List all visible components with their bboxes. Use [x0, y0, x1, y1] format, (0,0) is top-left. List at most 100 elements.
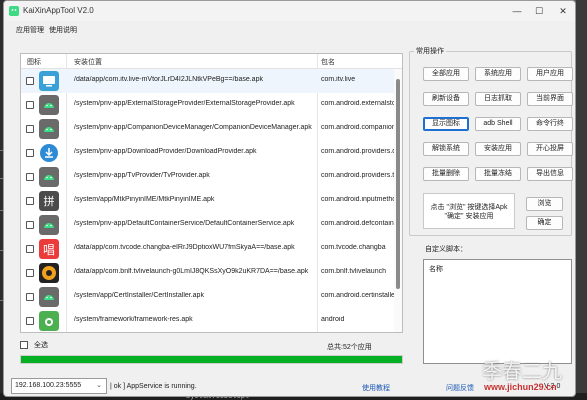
header-package: 包名 — [321, 59, 335, 66]
table-row[interactable]: /system/priv-app/DefaultContainerService… — [21, 213, 396, 237]
header-install-path: 安装位置 — [74, 59, 102, 66]
scrollbar-thumb[interactable] — [396, 79, 400, 289]
batch-delete-button[interactable]: 批量删除 — [423, 167, 469, 181]
row-install-path: /data/app/com.tvcode.changba-eIRrJ9Dptio… — [74, 244, 295, 251]
table-row[interactable]: /system/priv-app/CompanionDeviceManager/… — [21, 117, 396, 141]
row-package: com.android.certinstaller — [321, 292, 396, 299]
row-install-path: /data/app/com.itv.live-mVtorJLrD4I2JLNtk… — [74, 76, 263, 83]
confirm-button[interactable]: 确定 — [526, 216, 563, 230]
row-checkbox[interactable] — [26, 317, 34, 325]
table-row[interactable]: /system/app/CertInstaller/CertInstaller.… — [21, 285, 396, 309]
custom-script-input[interactable]: 名称 — [423, 259, 572, 364]
row-checkbox[interactable] — [26, 245, 34, 253]
menu-app-management[interactable]: 应用管理 — [16, 25, 44, 35]
feedback-link[interactable]: 问题反馈 — [446, 383, 474, 393]
device-selector-value: 192.168.100.23:5555 — [15, 382, 82, 389]
row-package: com.bnlf.tvlivelaunch — [321, 268, 386, 275]
site-watermark: 季春二九 www.jichun29.cn — [478, 355, 578, 395]
row-install-path: /system/priv-app/CompanionDeviceManager/… — [74, 124, 312, 131]
progress-fill — [21, 356, 402, 363]
table-scrollbar[interactable] — [394, 69, 402, 332]
row-install-path: /system/priv-app/ExternalStorageProvider… — [74, 100, 295, 107]
row-checkbox[interactable] — [26, 269, 34, 277]
row-checkbox[interactable] — [26, 149, 34, 157]
install-app-button[interactable]: 安装应用 — [475, 142, 521, 156]
maximize-button[interactable]: ☐ — [531, 4, 547, 18]
watermark-url: www.jichun29.cn — [484, 382, 557, 392]
row-checkbox[interactable] — [26, 197, 34, 205]
device-selector[interactable]: 192.168.100.23:5555 ⌄ — [11, 378, 107, 394]
row-checkbox[interactable] — [26, 221, 34, 229]
row-install-path: /system/priv-app/DefaultContainerService… — [74, 220, 295, 227]
row-package: com.android.externalstorage — [321, 100, 396, 107]
android-icon — [39, 95, 59, 115]
table-row[interactable]: /data/app/com.itv.live-mVtorJLrD4I2JLNtk… — [21, 69, 396, 93]
row-install-path: /system/framework/framework-res.apk — [74, 316, 193, 323]
pinyin-ime-icon: 拼 — [39, 191, 59, 211]
tvlive-launch-icon — [39, 263, 59, 283]
app-window: KaiXinAppTool V2.0 — ☐ ✕ 应用管理 使用说明 图标 安装… — [3, 0, 576, 397]
table-header: 图标 安装位置 包名 — [21, 54, 402, 69]
select-all-label: 全选 — [34, 342, 48, 349]
download-icon — [40, 144, 58, 162]
install-hint: 点击 "浏览" 按键选择Apk "确定" 安装应用 — [423, 193, 515, 229]
row-package: android — [321, 316, 345, 323]
table-row[interactable]: /system/priv-app/ExternalStorageProvider… — [21, 93, 396, 117]
custom-script-label: 自定义脚本： — [425, 246, 467, 253]
unlock-system-button[interactable]: 解锁系统 — [423, 142, 469, 156]
table-row[interactable]: /data/app/com.bnlf.tvlivelaunch-g0LmIJ8Q… — [21, 261, 396, 285]
row-package: com.android.defcontainer — [321, 220, 396, 227]
table-row[interactable]: /system/priv-app/TvProvider/TvProvider.a… — [21, 165, 396, 189]
batch-freeze-button[interactable]: 批量冻结 — [475, 167, 521, 181]
close-button[interactable]: ✕ — [555, 4, 571, 18]
progress-bar — [20, 355, 403, 364]
row-package: com.android.inputmethod.pinyin — [321, 196, 396, 203]
user-apps-button[interactable]: 用户应用 — [527, 67, 573, 81]
svg-text:唱: 唱 — [43, 243, 55, 257]
changba-icon: 唱 — [39, 239, 59, 259]
app-table: 图标 安装位置 包名 /data/app/com.itv.live-mVtorJ… — [20, 53, 403, 333]
command-terminal-button[interactable]: 命令行终 — [527, 117, 573, 131]
menu-instructions[interactable]: 使用说明 — [49, 25, 77, 35]
android-icon — [39, 167, 59, 187]
install-hint-line2: "确定" 安装应用 — [444, 213, 494, 220]
table-row[interactable]: /system/priv-app/DownloadProvider/Downlo… — [21, 141, 396, 165]
row-checkbox[interactable] — [26, 125, 34, 133]
row-checkbox[interactable] — [26, 77, 34, 85]
row-package: com.tvcode.changba — [321, 244, 386, 251]
row-install-path: /system/app/MtkPinyinIME/MtkPinyinIME.ap… — [74, 196, 215, 203]
all-apps-button[interactable]: 全部应用 — [423, 67, 469, 81]
custom-script-text: 名称 — [429, 266, 443, 273]
current-screen-button[interactable]: 当前界面 — [527, 92, 573, 106]
android-icon — [39, 215, 59, 235]
screen-cast-button[interactable]: 开心投屏 — [527, 142, 573, 156]
header-icon: 图标 — [27, 59, 41, 66]
minimize-button[interactable]: — — [509, 4, 525, 18]
row-checkbox[interactable] — [26, 101, 34, 109]
capture-log-button[interactable]: 日志抓取 — [475, 92, 521, 106]
row-checkbox[interactable] — [26, 173, 34, 181]
row-package: com.android.providers.downloads — [321, 148, 396, 155]
android-icon — [39, 119, 59, 139]
table-row[interactable]: 唱/data/app/com.tvcode.changba-eIRrJ9Dpti… — [21, 237, 396, 261]
install-hint-line1: 点击 "浏览" 按键选择Apk — [430, 204, 508, 211]
row-package: com.itv.live — [321, 76, 356, 83]
show-icons-button[interactable]: 显示图标 — [423, 117, 469, 131]
table-row[interactable]: 拼/system/app/MtkPinyinIME/MtkPinyinIME.a… — [21, 189, 396, 213]
watermark-title: 季春二九 — [482, 359, 562, 383]
camera-icon — [39, 311, 59, 331]
android-icon — [39, 287, 59, 307]
row-checkbox[interactable] — [26, 293, 34, 301]
export-info-button[interactable]: 导出信息 — [527, 167, 573, 181]
row-install-path: /system/app/CertInstaller/CertInstaller.… — [74, 292, 204, 299]
table-row[interactable]: /system/framework/framework-res.apk andro… — [21, 309, 396, 332]
app-logo-icon — [9, 6, 19, 16]
browse-button[interactable]: 浏览 — [526, 197, 563, 211]
svg-text:拼: 拼 — [44, 194, 55, 208]
row-install-path: /system/priv-app/TvProvider/TvProvider.a… — [74, 172, 210, 179]
tutorial-link[interactable]: 使用教程 — [362, 383, 390, 393]
adb-shell-button[interactable]: adb Shell — [475, 117, 521, 131]
refresh-devices-button[interactable]: 刷新设备 — [423, 92, 469, 106]
select-all-checkbox[interactable] — [20, 341, 28, 349]
system-apps-button[interactable]: 系统应用 — [475, 67, 521, 81]
